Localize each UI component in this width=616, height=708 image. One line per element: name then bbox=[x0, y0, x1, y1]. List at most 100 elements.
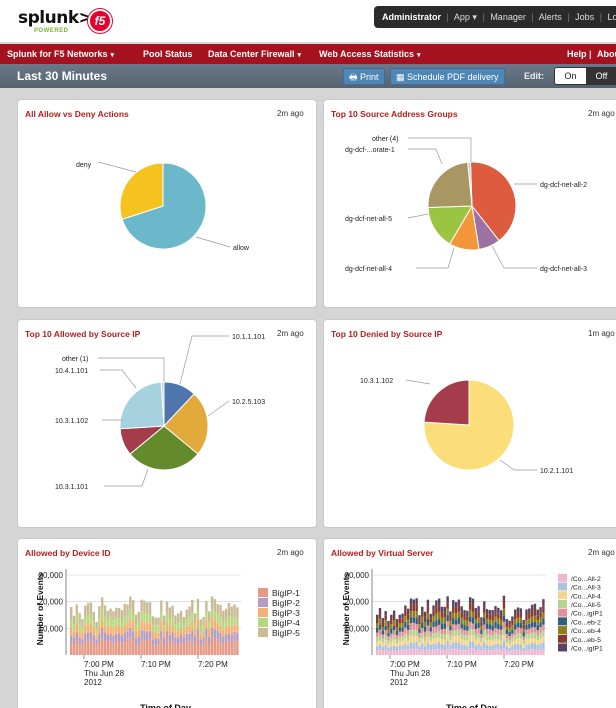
bar-segment[interactable] bbox=[418, 637, 421, 643]
bar-segment[interactable] bbox=[381, 622, 385, 628]
bar-segment[interactable] bbox=[409, 604, 413, 611]
bar-segment[interactable] bbox=[227, 633, 231, 641]
bar-segment[interactable] bbox=[483, 642, 486, 649]
bar-segment[interactable] bbox=[511, 616, 514, 621]
bar-segment[interactable] bbox=[233, 640, 236, 655]
bar-segment[interactable] bbox=[381, 642, 385, 647]
bar-segment[interactable] bbox=[98, 633, 101, 642]
bar-segment[interactable] bbox=[134, 630, 138, 639]
bar-segment[interactable] bbox=[398, 627, 401, 632]
bar-segment[interactable] bbox=[384, 611, 387, 616]
bar-segment[interactable] bbox=[409, 598, 413, 605]
account-user[interactable]: Administrator bbox=[382, 12, 441, 22]
bar-segment[interactable] bbox=[171, 605, 174, 618]
bar-segment[interactable] bbox=[378, 618, 382, 625]
bar-segment[interactable] bbox=[519, 617, 523, 623]
bar-segment[interactable] bbox=[387, 647, 390, 652]
bar-segment[interactable] bbox=[406, 624, 410, 630]
bar-segment[interactable] bbox=[131, 621, 135, 632]
bar-segment[interactable] bbox=[426, 612, 430, 619]
bar-segment[interactable] bbox=[103, 616, 107, 625]
bar-segment[interactable] bbox=[112, 620, 115, 629]
bar-segment[interactable] bbox=[446, 614, 449, 622]
bar-segment[interactable] bbox=[474, 618, 477, 624]
bar-segment[interactable] bbox=[497, 643, 500, 650]
bar-segment[interactable] bbox=[446, 596, 449, 603]
bar-segment[interactable] bbox=[115, 617, 118, 626]
bar-segment[interactable] bbox=[179, 634, 183, 643]
bar-segment[interactable] bbox=[401, 622, 404, 628]
bar-segment[interactable] bbox=[126, 639, 129, 655]
nav-web-access-statistics[interactable]: Web Access Statistics ▾ bbox=[319, 44, 421, 64]
bar-segment[interactable] bbox=[491, 650, 494, 655]
bar-segment[interactable] bbox=[536, 609, 539, 616]
bar-segment[interactable] bbox=[148, 639, 152, 655]
bar-segment[interactable] bbox=[502, 621, 506, 629]
bar-segment[interactable] bbox=[146, 632, 149, 641]
bar-segment[interactable] bbox=[463, 640, 466, 646]
bar-segment[interactable] bbox=[115, 641, 118, 655]
bar-segment[interactable] bbox=[395, 634, 399, 640]
bar-segment[interactable] bbox=[539, 643, 542, 650]
bar-segment[interactable] bbox=[463, 619, 466, 625]
bar-segment[interactable] bbox=[381, 638, 385, 643]
bar-segment[interactable] bbox=[418, 642, 421, 647]
bar-segment[interactable] bbox=[539, 649, 542, 655]
bar-segment[interactable] bbox=[123, 642, 126, 655]
bar-segment[interactable] bbox=[536, 624, 539, 631]
bar-segment[interactable] bbox=[188, 606, 191, 617]
bar-segment[interactable] bbox=[429, 613, 432, 619]
bar-segment[interactable] bbox=[514, 629, 517, 636]
bar-segment[interactable] bbox=[463, 649, 466, 655]
bar-segment[interactable] bbox=[440, 629, 444, 635]
bar-segment[interactable] bbox=[505, 619, 508, 623]
bar-segment[interactable] bbox=[381, 650, 385, 655]
bar-segment[interactable] bbox=[516, 643, 520, 650]
bar-segment[interactable] bbox=[117, 625, 121, 634]
bar-segment[interactable] bbox=[423, 646, 427, 651]
bar-segment[interactable] bbox=[384, 620, 387, 626]
bar-segment[interactable] bbox=[539, 617, 542, 623]
bar-segment[interactable] bbox=[219, 604, 222, 617]
bar-segment[interactable] bbox=[542, 642, 545, 649]
bar-segment[interactable] bbox=[98, 617, 101, 626]
bar-segment[interactable] bbox=[227, 640, 231, 655]
bar-segment[interactable] bbox=[446, 640, 449, 648]
bar-segment[interactable] bbox=[406, 640, 410, 646]
bar-segment[interactable] bbox=[415, 598, 418, 605]
bar-segment[interactable] bbox=[516, 612, 520, 618]
bar-segment[interactable] bbox=[131, 640, 135, 655]
bar-segment[interactable] bbox=[530, 638, 534, 643]
bar-segment[interactable] bbox=[378, 629, 382, 636]
bar-segment[interactable] bbox=[474, 629, 477, 635]
bar-segment[interactable] bbox=[477, 638, 480, 644]
bar-segment[interactable] bbox=[511, 625, 514, 630]
bar-segment[interactable] bbox=[81, 644, 84, 655]
bar-segment[interactable] bbox=[75, 604, 79, 615]
bar-segment[interactable] bbox=[421, 616, 424, 623]
bar-segment[interactable] bbox=[485, 623, 489, 629]
bar-segment[interactable] bbox=[536, 644, 539, 650]
bar-segment[interactable] bbox=[440, 617, 444, 624]
bar-segment[interactable] bbox=[483, 601, 486, 608]
bar-segment[interactable] bbox=[390, 629, 393, 634]
bar-segment[interactable] bbox=[392, 630, 396, 636]
bar-segment[interactable] bbox=[174, 631, 177, 638]
bar-segment[interactable] bbox=[539, 627, 542, 633]
bar-segment[interactable] bbox=[165, 601, 169, 613]
bar-segment[interactable] bbox=[137, 636, 141, 645]
bar-segment[interactable] bbox=[446, 608, 449, 615]
bar-segment[interactable] bbox=[530, 616, 534, 623]
bar-segment[interactable] bbox=[508, 631, 511, 637]
bar-segment[interactable] bbox=[174, 637, 177, 644]
bar-segment[interactable] bbox=[227, 624, 231, 634]
bar-segment[interactable] bbox=[157, 644, 160, 655]
bar-segment[interactable] bbox=[86, 602, 90, 617]
bar-segment[interactable] bbox=[95, 644, 98, 655]
bar-segment[interactable] bbox=[471, 623, 475, 630]
bar-segment[interactable] bbox=[95, 621, 98, 629]
bar-segment[interactable] bbox=[446, 647, 449, 655]
bar-segment[interactable] bbox=[401, 618, 404, 623]
bar-segment[interactable] bbox=[542, 624, 545, 631]
bar-segment[interactable] bbox=[457, 629, 461, 636]
